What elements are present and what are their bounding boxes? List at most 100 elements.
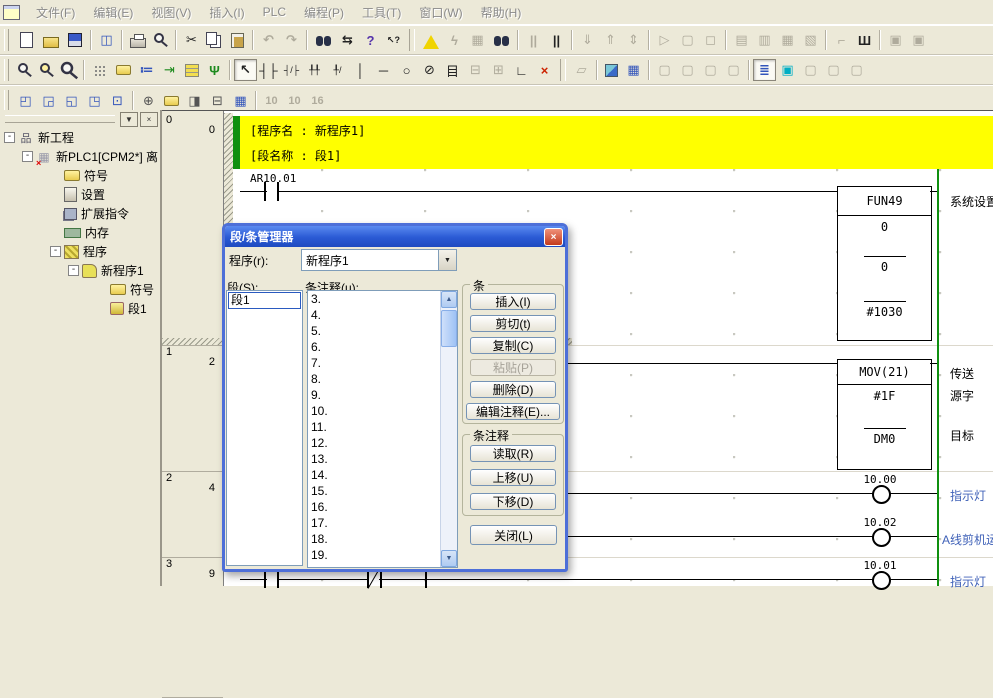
menu-insert[interactable]: 插入(I) xyxy=(200,1,253,24)
contact-bar[interactable] xyxy=(277,571,279,588)
zoom-in-icon[interactable] xyxy=(18,63,28,73)
view-diagram-icon[interactable]: ◫ xyxy=(95,29,118,51)
contact-bar[interactable] xyxy=(380,571,382,588)
help-icon[interactable]: ? xyxy=(359,29,382,51)
copy-icon[interactable] xyxy=(206,32,217,45)
program-combo[interactable]: 新程序1 ▼ xyxy=(301,249,457,271)
workspace-dropdown-icon[interactable]: ▼ xyxy=(120,112,138,127)
new-or-closed-contact-icon[interactable]: ╀/ xyxy=(326,59,349,81)
tree-expander-icon[interactable]: - xyxy=(50,246,61,257)
switch-window-icon[interactable]: ◳ xyxy=(83,90,106,112)
upload-from-plc-icon[interactable]: ⇑ xyxy=(599,29,622,51)
data-trace-icon[interactable]: ▧ xyxy=(799,29,822,51)
instruction-operand[interactable]: 0 xyxy=(838,260,931,274)
rung-comment-item[interactable]: 6. xyxy=(308,339,441,355)
new-instruction-icon[interactable]: 目 xyxy=(441,59,464,81)
verify-with-plc-icon[interactable]: ⇕ xyxy=(622,29,645,51)
move-down-button[interactable]: 下移(D) xyxy=(470,493,556,510)
scrollbar[interactable]: ▲ ▼ xyxy=(440,291,457,567)
rung-margin-cell[interactable]: 0 0 xyxy=(162,113,223,346)
contact-address[interactable]: AR10.01 xyxy=(250,172,296,185)
rung-comment-item[interactable]: 8. xyxy=(308,371,441,387)
insert-button[interactable]: 插入(I) xyxy=(470,293,556,310)
new-contact-icon[interactable]: ┤├ xyxy=(257,59,280,81)
rung-comment-item[interactable]: 10. xyxy=(308,403,441,419)
plc-settings-icon[interactable]: ▥ xyxy=(753,29,776,51)
rung-comment-item[interactable]: 16. xyxy=(308,499,441,515)
rung-comment-item[interactable]: 14. xyxy=(308,467,441,483)
edit-comment-button[interactable]: 编辑注释(E)... xyxy=(466,403,560,420)
rung-comment-item[interactable]: 9. xyxy=(308,387,441,403)
rung-comment-icon[interactable] xyxy=(116,65,131,75)
rung-comment-item[interactable]: 7. xyxy=(308,355,441,371)
delete-line-icon[interactable]: × xyxy=(533,59,556,81)
new-closed-coil-icon[interactable]: ⊘ xyxy=(418,59,441,81)
io-graph-icon[interactable]: Ш xyxy=(853,29,876,51)
new-expansion-icon[interactable]: ⊞ xyxy=(487,59,510,81)
tree-item-section1[interactable]: 段1 xyxy=(0,299,160,318)
binary-view-icon[interactable]: ▦ xyxy=(229,90,252,112)
line-corner-icon[interactable]: ∟ xyxy=(510,59,533,81)
paste-icon[interactable] xyxy=(231,33,244,48)
watch-sheet-icon[interactable]: ▢ xyxy=(799,59,822,81)
instruction-operand[interactable]: #1F xyxy=(838,389,931,403)
contact-bar[interactable] xyxy=(264,571,266,588)
menu-file[interactable]: 文件(F) xyxy=(27,1,84,24)
close-button[interactable]: 关闭(L) xyxy=(470,525,557,545)
properties-icon[interactable]: ⊡ xyxy=(106,90,129,112)
menu-plc[interactable]: PLC xyxy=(254,2,295,22)
scroll-down-icon[interactable]: ▼ xyxy=(441,550,457,567)
cross-reference-icon[interactable]: ⊕ xyxy=(137,90,160,112)
run-mode-icon[interactable]: ▷ xyxy=(653,29,676,51)
print-icon[interactable] xyxy=(130,38,146,48)
zoom-custom-icon[interactable] xyxy=(40,63,50,73)
workspace-grip[interactable] xyxy=(5,115,115,123)
tree-item-new-plc1[interactable]: - ▦ 新PLC1[CPM2*] 离 xyxy=(0,147,160,166)
reset-bit-icon[interactable]: ▢ xyxy=(699,59,722,81)
context-help-icon[interactable]: ↖? xyxy=(382,29,405,51)
rung-comment-item[interactable]: 4. xyxy=(308,307,441,323)
undo-icon[interactable]: ↶ xyxy=(257,29,280,51)
download-to-plc-icon[interactable]: ⇓ xyxy=(576,29,599,51)
output-coil[interactable] xyxy=(872,485,891,504)
mnemonics-view-icon[interactable]: ≔ xyxy=(135,59,158,81)
program-list-icon[interactable]: ≣ xyxy=(753,59,776,81)
new-vertical-icon[interactable]: │ xyxy=(349,59,372,81)
zoom-out-icon[interactable] xyxy=(61,62,74,75)
output-coil[interactable] xyxy=(872,528,891,547)
monitor-mode-icon[interactable]: ▢ xyxy=(676,29,699,51)
save-icon[interactable] xyxy=(68,33,82,47)
auto-online-icon[interactable]: ϟ xyxy=(443,29,466,51)
find-icon[interactable] xyxy=(315,35,332,45)
rung-comment-item[interactable]: 17. xyxy=(308,515,441,531)
delete-button[interactable]: 删除(D) xyxy=(470,381,556,398)
rung-margin-cell[interactable]: 2 4 xyxy=(162,471,223,558)
print-preview-icon[interactable] xyxy=(154,33,164,43)
new-horizontal-icon[interactable]: ─ xyxy=(372,59,395,81)
rung-comment-item[interactable]: 12. xyxy=(308,435,441,451)
redo-icon[interactable]: ↷ xyxy=(280,29,303,51)
new-or-contact-icon[interactable]: ╀╀ xyxy=(303,59,326,81)
instruction-operand[interactable]: #1030 xyxy=(838,305,931,319)
tree-expander-icon[interactable]: - xyxy=(68,265,79,276)
menu-window[interactable]: 窗口(W) xyxy=(410,1,471,24)
output-coil[interactable] xyxy=(872,571,891,590)
menu-help[interactable]: 帮助(H) xyxy=(472,1,531,24)
dialog-window-icon[interactable]: ⊟ xyxy=(206,90,229,112)
select-tool-icon[interactable]: ↖ xyxy=(234,59,257,81)
rung-comment-item[interactable]: 3. xyxy=(308,291,441,307)
tree-item-new-project[interactable]: - 品 新工程 xyxy=(0,128,160,147)
copy-button[interactable]: 复制(C) xyxy=(470,337,556,354)
grid-icon[interactable] xyxy=(93,64,107,76)
io-table-icon[interactable]: ▤ xyxy=(730,29,753,51)
tree-expander-icon[interactable]: - xyxy=(22,151,33,162)
workspace-close-icon[interactable]: × xyxy=(140,112,158,127)
toolbar-grip[interactable] xyxy=(4,59,9,81)
edit-tools-icon[interactable]: ◲ xyxy=(37,90,60,112)
combo-dropdown-icon[interactable]: ▼ xyxy=(438,250,456,270)
signed-decimal-view-icon[interactable]: 10 xyxy=(283,90,306,112)
instruction-operand[interactable]: 0 xyxy=(838,220,931,234)
rung-comment-item[interactable]: 18. xyxy=(308,531,441,547)
set-bit-icon[interactable]: ▢ xyxy=(676,59,699,81)
step-trace-icon[interactable]: ⌐ xyxy=(830,29,853,51)
